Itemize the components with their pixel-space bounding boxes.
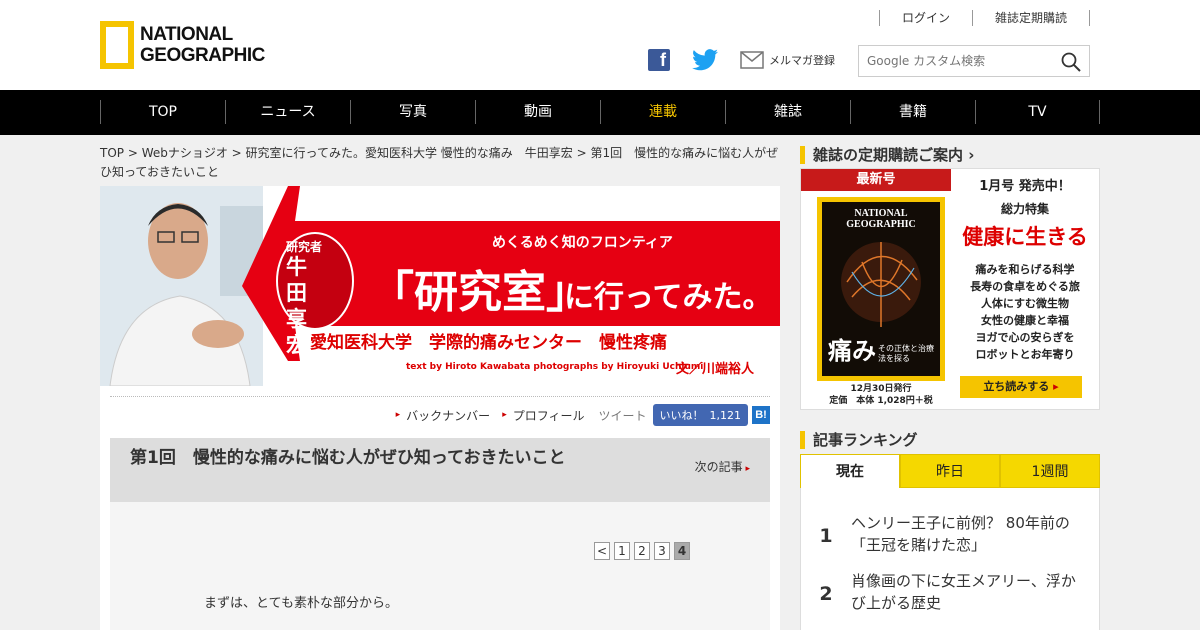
feature-item: ロボットとお年寄り — [975, 348, 1075, 361]
social-links: f メルマガ登録 — [648, 49, 835, 71]
issue-price: 定価 本体 1,028円＋税 — [829, 396, 933, 406]
banner-department: 愛知医科大学 学際的痛みセンター 慢性疼痛 — [310, 333, 667, 353]
article: バックナンバー プロフィール ツイート いいね！ 1,121 B! 第1回 慢性… — [100, 386, 780, 630]
magazine-cover-title: 痛み — [828, 337, 876, 365]
feature-item: 女性の健康と幸福 — [981, 314, 1069, 327]
next-article-link[interactable]: 次の記事 — [695, 458, 750, 475]
feature-item: 人体にすむ微生物 — [980, 297, 1070, 310]
subscribe-heading[interactable]: 雑誌の定期購読ご案内 › — [800, 146, 974, 164]
ranking-item[interactable]: 2 肖像画の下に女王メアリー、浮かび上がる歴史 — [801, 570, 1101, 618]
like-count: 1,121 — [709, 408, 742, 422]
subscribe-link[interactable]: 雑誌定期購読 — [971, 10, 1090, 26]
banner-credit: text by Hiroto Kawabata photographs by H… — [406, 362, 704, 372]
pager-3[interactable]: 3 — [654, 542, 670, 560]
login-link[interactable]: ログイン — [878, 10, 972, 26]
mail-icon — [740, 51, 764, 69]
subscribe-promo[interactable]: 最新号 NATIONAL GEOGRAPHIC 痛み その正体と治療法を探る 1… — [800, 168, 1100, 410]
rank-number: 1 — [819, 525, 833, 547]
rank-title: 肖像画の下に女王メアリー、浮かび上がる歴史 — [851, 572, 1076, 612]
banner-subtitle: めくるめく知のフロンティア — [492, 235, 673, 251]
nav-photo[interactable]: 写真 — [350, 100, 475, 124]
top-links: ログイン 雑誌定期購読 — [878, 10, 1090, 26]
researcher-label: 研究者 — [286, 240, 323, 254]
article-body: < 1 2 3 4 まずは、とても素朴な部分から。 — [110, 502, 770, 630]
logo-line2: GEOGRAPHIC — [140, 45, 265, 66]
ranking-heading: 記事ランキング — [800, 431, 918, 449]
pagination: < 1 2 3 4 — [594, 542, 694, 560]
tweet-button[interactable]: ツイート — [598, 407, 646, 424]
pager-current: 4 — [674, 542, 690, 560]
hatena-bookmark-icon[interactable]: B! — [752, 406, 770, 424]
magazine-cover-sub: その正体と治療法を探る — [878, 344, 934, 363]
banner-credit-jp: 文／川端裕人 — [676, 362, 755, 377]
search-icon[interactable] — [1061, 52, 1081, 72]
pager-prev[interactable]: < — [594, 542, 610, 560]
latest-issue-tag: 最新号 — [801, 169, 951, 191]
magazine-cover[interactable]: NATIONAL GEOGRAPHIC 痛み その正体と治療法を探る — [817, 197, 945, 381]
article-tools: バックナンバー プロフィール ツイート いいね！ 1,121 B! — [384, 404, 770, 426]
twitter-icon[interactable] — [692, 49, 718, 71]
chevron-right-icon: › — [968, 146, 975, 164]
feature-title: 健康に生きる — [962, 225, 1088, 249]
pager-1[interactable]: 1 — [614, 542, 630, 560]
divider — [110, 396, 770, 397]
rank-title: ヘンリー王子に前例？ 80年前の「王冠を賭けた恋」 — [851, 514, 1070, 554]
facebook-icon[interactable]: f — [648, 49, 670, 71]
newsletter-label: メルマガ登録 — [769, 54, 835, 67]
magazine-brand: NATIONAL GEOGRAPHIC — [846, 208, 916, 230]
article-intro: まずは、とても素朴な部分から。 — [204, 596, 398, 611]
ranking-tabs: 現在 昨日 1週間 — [800, 454, 1100, 488]
feature-item: ヨガで心の安らぎを — [975, 331, 1075, 344]
pager-2[interactable]: 2 — [634, 542, 650, 560]
facebook-like-button[interactable]: いいね！ 1,121 — [652, 404, 748, 426]
backnumber-link[interactable]: バックナンバー — [396, 407, 490, 424]
breadcrumb[interactable]: TOP > Webナショジオ > 研究室に行ってみた。愛知医科大学 慢性的な痛み… — [100, 144, 780, 182]
feature-item: 長寿の食卓をめぐる旅 — [970, 280, 1080, 293]
ranking-list: 1 ヘンリー王子に前例？ 80年前の「王冠を賭けた恋」 2 肖像画の下に女王メア… — [800, 488, 1100, 630]
profile-link[interactable]: プロフィール — [502, 407, 585, 424]
newsletter-link[interactable]: メルマガ登録 — [740, 51, 835, 69]
feature-label: 総力特集 — [1000, 202, 1049, 216]
issue-label: 1月号 発売中！ — [979, 179, 1071, 194]
nav-video[interactable]: 動画 — [475, 100, 600, 124]
search-input[interactable] — [859, 46, 1049, 76]
main-nav: TOP ニュース 写真 動画 連載 雑誌 書籍 TV — [0, 90, 1200, 135]
nav-top[interactable]: TOP — [100, 100, 225, 124]
like-label: いいね！ — [659, 409, 704, 422]
nav-news[interactable]: ニュース — [225, 100, 350, 124]
feature-list: 痛みを和らげる科学 長寿の食卓をめぐる旅 人体にすむ微生物 女性の健康と幸福 ヨ… — [951, 261, 1099, 363]
read-sample-button[interactable]: 立ち読みする — [960, 376, 1082, 398]
rank-number: 2 — [819, 583, 833, 605]
site-logo[interactable]: NATIONAL GEOGRAPHIC — [100, 20, 265, 70]
banner-title-main: 「研究室」 — [370, 267, 590, 318]
nav-series[interactable]: 連載 — [600, 100, 725, 124]
nav-magazine[interactable]: 雑誌 — [725, 100, 850, 124]
logo-line1: NATIONAL — [140, 24, 233, 45]
article-header: 第1回 慢性的な痛みに悩む人がぜひ知っておきたいこと 次の記事 — [110, 438, 770, 502]
series-banner: めくるめく知のフロンティア 研究者 牛田享宏 「研究室」 に行ってみた。 愛知医… — [100, 186, 780, 386]
issue-details: 1月号 発売中！ 総力特集 健康に生きる 痛みを和らげる科学 長寿の食卓をめぐる… — [951, 169, 1099, 363]
logo-yellow-frame-icon — [100, 21, 134, 69]
article-title: 第1回 慢性的な痛みに悩む人がぜひ知っておきたいこと — [130, 448, 566, 468]
tab-yesterday[interactable]: 昨日 — [900, 454, 1000, 488]
search-box — [858, 45, 1090, 77]
issue-info: 12月30日発行 定価 本体 1,028円＋税 — [801, 383, 961, 407]
tab-now[interactable]: 現在 — [800, 454, 900, 488]
ranking-item[interactable]: 1 ヘンリー王子に前例？ 80年前の「王冠を賭けた恋」 — [801, 512, 1101, 560]
banner-title-rest: に行ってみた。 — [564, 280, 773, 315]
feature-item: 痛みを和らげる科学 — [975, 263, 1075, 276]
nav-tv[interactable]: TV — [975, 100, 1100, 124]
release-date: 12月30日発行 — [850, 384, 912, 394]
site-header: NATIONAL GEOGRAPHIC ログイン 雑誌定期購読 f メルマガ登録 — [0, 0, 1200, 90]
tab-week[interactable]: 1週間 — [1000, 454, 1100, 488]
nav-books[interactable]: 書籍 — [850, 100, 975, 124]
